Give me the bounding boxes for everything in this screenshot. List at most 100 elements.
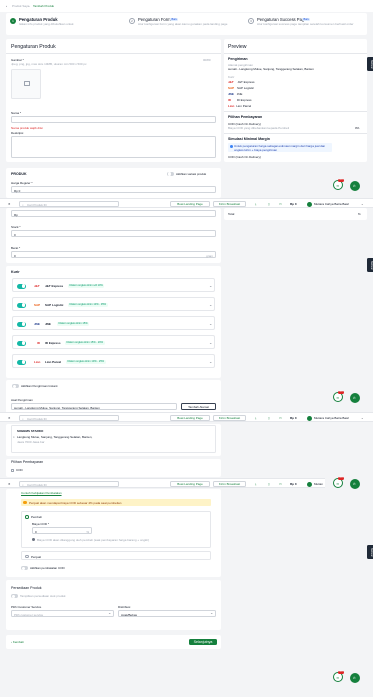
stock-show-toggle[interactable] xyxy=(11,594,18,599)
stock-availability-heading: Persediaan Produk xyxy=(11,586,42,590)
balance-text: Rp 0 xyxy=(290,416,297,420)
user-name[interactable]: Mutiara Cahya Batra Basri xyxy=(314,482,323,486)
preview-margin-info: Untuk pengaturan harga sebagai estimasi … xyxy=(228,143,332,152)
courier-row-idexpress[interactable]: ID ID Express Diskon ongkos kirim 15% - … xyxy=(12,335,215,349)
download-icon[interactable]: ⤓ xyxy=(255,416,256,420)
whatsapp-fab[interactable]: ✆ xyxy=(350,181,360,191)
broadcast-button[interactable]: Kirim Broadcast xyxy=(213,415,246,421)
chevron-down-icon[interactable]: ⌄ xyxy=(209,340,212,345)
image-upload-box[interactable] xyxy=(11,69,41,99)
courier-toggle[interactable] xyxy=(17,283,26,289)
chevron-down-icon[interactable]: ⌄ xyxy=(210,610,213,615)
courier-name: J&T Express xyxy=(45,284,64,288)
next-button[interactable]: Selanjutnya xyxy=(189,639,217,645)
wallet-icon[interactable]: ▭ xyxy=(279,202,282,206)
chat-fab-4[interactable]: 99+ ✉ xyxy=(333,671,344,682)
avatar[interactable] xyxy=(307,481,312,487)
breadcrumb-parent[interactable]: Produk Saya xyxy=(12,4,29,8)
courier-badge: Diskon ongkos kirim 15% xyxy=(57,322,90,326)
wallet-icon[interactable]: ▭ xyxy=(279,482,282,486)
courier-toggle[interactable] xyxy=(17,321,26,327)
origin-select[interactable]: sumali - Langkong Mulue, Sanjung, Tangge… xyxy=(11,403,177,410)
back-button[interactable]: ‹ Kembali xyxy=(11,640,24,644)
variation-toggle[interactable] xyxy=(167,171,174,176)
courier-toggle[interactable] xyxy=(17,302,26,308)
chevron-down-icon[interactable]: ⌄ xyxy=(209,283,212,288)
avatar[interactable] xyxy=(307,415,312,421)
avatar[interactable] xyxy=(307,201,312,207)
whatsapp-icon: ✆ xyxy=(353,676,356,680)
chevron-down-icon[interactable]: ⌄ xyxy=(108,610,111,615)
seller-radio[interactable] xyxy=(25,554,29,558)
search-box[interactable]: ⌕ Cari Produk ID xyxy=(19,481,119,487)
close-icon[interactable]: ✕ xyxy=(8,482,11,486)
search-placeholder: Cari Produk ID xyxy=(27,203,47,207)
chevron-down-icon[interactable]: ⌄ xyxy=(361,416,364,420)
stock-input[interactable]: 0 xyxy=(11,230,216,237)
buyer-radio[interactable] xyxy=(25,515,29,519)
instant-label: Aktifkan Pengiriman Instant xyxy=(21,384,58,388)
landing-page-button[interactable]: Buat Landing Page xyxy=(170,481,210,487)
landing-page-button[interactable]: Buat Landing Page xyxy=(170,415,210,421)
instant-toggle[interactable] xyxy=(12,384,19,389)
origin-label: Asal Pengiriman xyxy=(11,398,33,402)
preview-cod-desc: Biaya COD yang dibebankan kepada Pembeli xyxy=(228,126,290,130)
cod-fee-input[interactable]: 0 % xyxy=(32,527,92,534)
name-input[interactable] xyxy=(11,116,216,123)
price-input-continued[interactable]: Rp xyxy=(11,210,216,217)
chat-fab-3[interactable]: 99+ ✉ xyxy=(333,477,344,488)
cod-checkbox[interactable] xyxy=(11,468,14,472)
document-icon[interactable]: ▯ xyxy=(268,482,270,486)
courier-row-jnt[interactable]: J&T J&T Express Diskon ongkos kirim s/d … xyxy=(12,278,215,292)
landing-page-button[interactable]: Buat Landing Page xyxy=(170,201,210,207)
courier-row-sap[interactable]: SAP SAP Logistic Diskon ongkos kirim 13%… xyxy=(12,297,215,311)
chat-fab[interactable]: 99+ ✉ xyxy=(333,179,344,190)
back-icon[interactable]: ‹ xyxy=(6,4,7,8)
user-name[interactable]: Mutiara Cahya Batra Basri xyxy=(314,416,359,420)
weight-input[interactable]: 0 gram xyxy=(11,251,216,258)
whatsapp-fab-3[interactable]: ✆ xyxy=(350,479,360,489)
download-icon[interactable]: ⤓ xyxy=(255,482,256,486)
search-box[interactable]: ⌕ Cari Produk ID xyxy=(19,415,119,421)
cod-seller-option[interactable]: Penjual xyxy=(21,551,211,560)
courier-toggle[interactable] xyxy=(17,359,26,365)
whatsapp-fab-4[interactable]: ✆ xyxy=(350,673,360,683)
cancellation-policy-link[interactable]: Contoh Kebijakan Pembatalan xyxy=(21,491,62,495)
help-side-tab[interactable]: Bantuan xyxy=(367,57,373,71)
help-side-tab-2[interactable]: Bantuan xyxy=(367,258,373,272)
chevron-down-icon[interactable]: ⌄ xyxy=(209,321,212,326)
broadcast-button[interactable]: Kirim Broadcast xyxy=(213,481,246,487)
chevron-down-icon[interactable]: ⌄ xyxy=(361,202,364,206)
courier-toggle[interactable] xyxy=(17,340,26,346)
close-icon[interactable]: ✕ xyxy=(8,416,11,420)
address-box[interactable]: SOBEMS STARDO ⌖ Langkong Mulue, Sanjung,… xyxy=(11,425,216,453)
search-box[interactable]: ⌕ Cari Produk ID xyxy=(19,201,119,207)
jnt-logo-icon: J&T xyxy=(34,284,40,288)
cod-buyer-option[interactable]: Pembeli Biaya COD * 0 % Biaya COD akan d… xyxy=(21,511,211,548)
price-input[interactable]: Rp 0 xyxy=(11,186,216,193)
courier-row-jne[interactable]: JNE JNE Diskon ongkos kirim 15% ⌄ xyxy=(12,316,215,330)
wallet-icon[interactable]: ▭ xyxy=(279,416,282,420)
cod-fee-note: Biaya COD akan ditanggung oleh pembeli (… xyxy=(37,537,150,542)
description-textarea[interactable] xyxy=(11,136,216,158)
whatsapp-fab-2[interactable]: ✆ xyxy=(350,393,360,403)
document-icon[interactable]: ▯ xyxy=(268,416,270,420)
download-icon[interactable]: ⤓ xyxy=(255,202,256,206)
courier-badge: Diskon ongkos kirim 10% - 25% xyxy=(66,360,106,364)
cs-select[interactable]: Pilih customer service xyxy=(11,610,114,617)
courier-heading: Kurir xyxy=(11,270,20,274)
chat-icon: ✉ xyxy=(336,675,340,680)
add-address-button[interactable]: Tambah Alamat xyxy=(181,403,216,410)
chevron-down-icon[interactable]: ⌄ xyxy=(209,359,212,364)
cod-cancel-toggle[interactable] xyxy=(21,566,28,571)
broadcast-button[interactable]: Kirim Broadcast xyxy=(213,201,246,207)
chat-fab-2[interactable]: 99+ ✉ xyxy=(333,391,344,402)
user-name[interactable]: Mutiara Cahya Batra Basri xyxy=(314,202,359,206)
document-icon[interactable]: ▯ xyxy=(268,202,270,206)
help-side-tab-3[interactable]: Bantuan xyxy=(367,545,373,559)
courier-name: SAP Logistic xyxy=(45,303,64,307)
chevron-down-icon[interactable]: ⌄ xyxy=(209,302,212,307)
distribution-select[interactable]: Acak/Bebas xyxy=(118,610,216,617)
close-icon[interactable]: ✕ xyxy=(8,202,11,206)
courier-row-lion[interactable]: Lion Lion Parcel Diskon ongkos kirim 10%… xyxy=(12,354,215,368)
